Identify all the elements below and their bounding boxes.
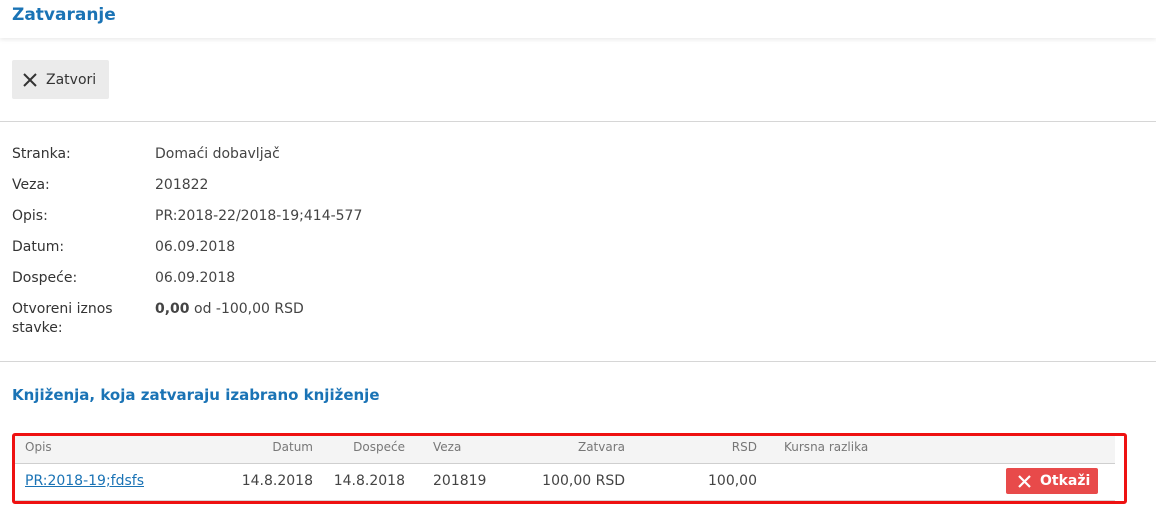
row-datum: 14.8.2018 <box>241 473 313 489</box>
divider <box>0 121 1156 122</box>
otvoreni-iznos-label: Otvoreni iznos stavke: <box>12 300 132 338</box>
divider <box>0 361 1156 362</box>
header-kursna-razlika: Kursna razlika <box>784 440 869 454</box>
row-opis-link[interactable]: PR:2018-19;fdsfs <box>25 473 144 489</box>
opis-label: Opis: <box>12 208 48 224</box>
datum-value: 06.09.2018 <box>155 239 236 255</box>
header-veza: Veza <box>433 440 462 454</box>
otvoreni-label-line2: stavke: <box>12 320 63 336</box>
page-title: Zatvaranje <box>12 5 116 25</box>
header-datum: Datum <box>272 440 313 454</box>
section-title: Knjiženja, koja zatvaraju izabrano knjiž… <box>12 386 380 404</box>
header-zatvara: Zatvara <box>577 440 625 454</box>
table-header: Opis Datum Dospeće Veza Zatvara RSD Kurs… <box>15 436 1115 464</box>
close-button-label: Zatvori <box>46 71 97 88</box>
row-zatvara: 100,00 RSD <box>542 473 625 489</box>
header-bar: Zatvaranje <box>0 0 1156 38</box>
veza-value: 201822 <box>155 177 209 193</box>
otvoreni-iznos-value: 0,00 od -100,00 RSD <box>155 300 304 319</box>
otvoreni-total: od -100,00 RSD <box>189 301 304 317</box>
stranka-value: Domaći dobavljač <box>155 146 280 162</box>
row-veza: 201819 <box>433 473 487 489</box>
table-row: PR:2018-19;fdsfs 14.8.2018 14.8.2018 201… <box>15 464 1115 501</box>
otvoreni-label-line1: Otvoreni iznos <box>12 301 113 317</box>
row-rsd: 100,00 <box>708 473 757 489</box>
header-dospece: Dospeće <box>353 440 405 454</box>
dospece-value: 06.09.2018 <box>155 270 236 286</box>
close-icon <box>23 72 37 87</box>
close-button[interactable]: Zatvori <box>12 60 109 99</box>
close-icon <box>1018 474 1031 488</box>
datum-label: Datum: <box>12 239 65 255</box>
closing-entries-table: Opis Datum Dospeće Veza Zatvara RSD Kurs… <box>12 433 1127 504</box>
cancel-button[interactable]: Otkaži <box>1006 468 1098 494</box>
header-rsd: RSD <box>731 440 757 454</box>
stranka-label: Stranka: <box>12 146 71 162</box>
veza-label: Veza: <box>12 177 50 193</box>
dospece-label: Dospeće: <box>12 270 78 286</box>
otvoreni-amount: 0,00 <box>155 301 190 317</box>
opis-value: PR:2018-22/2018-19;414-577 <box>155 208 363 224</box>
header-opis: Opis <box>25 440 52 454</box>
cancel-button-label: Otkaži <box>1040 473 1091 489</box>
row-dospece: 14.8.2018 <box>333 473 405 489</box>
